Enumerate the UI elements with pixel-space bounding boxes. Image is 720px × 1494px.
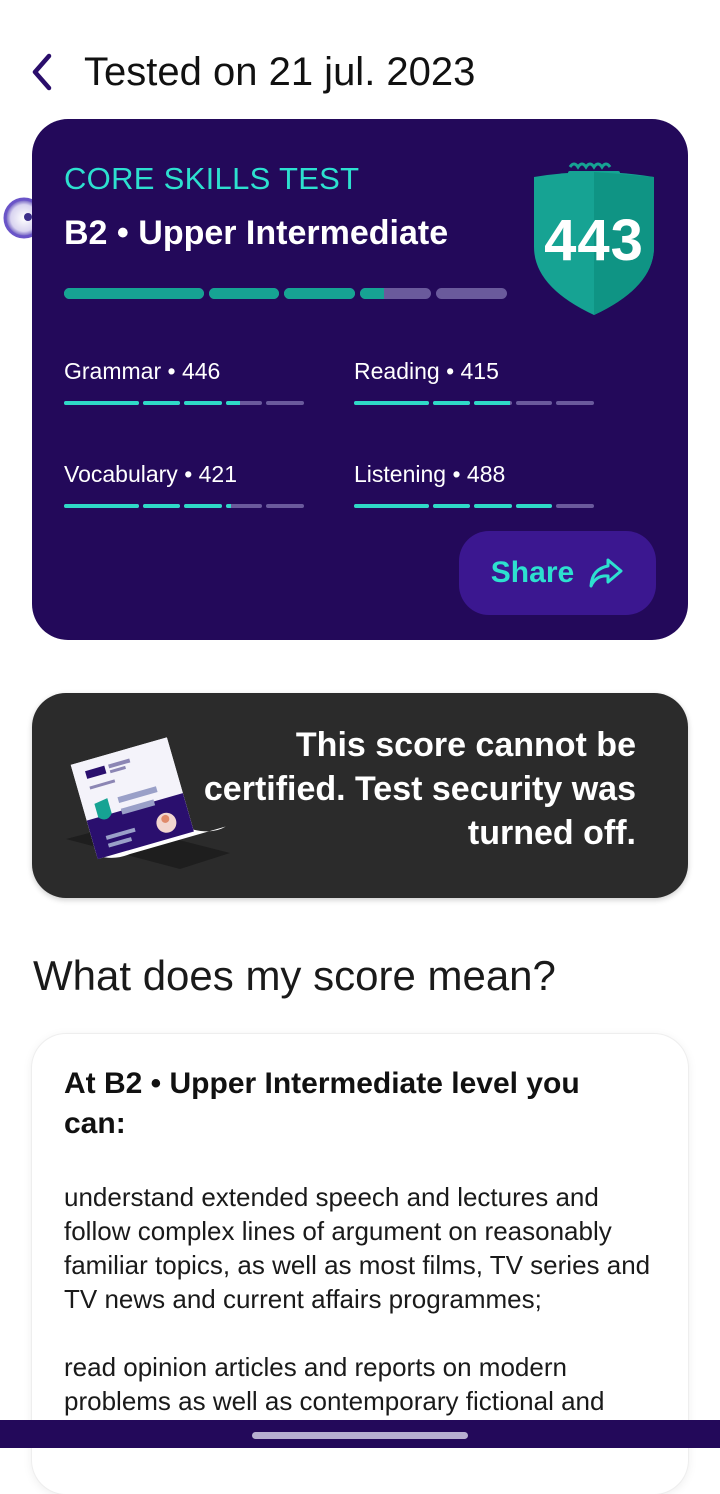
skill-progress-bar [354,504,594,508]
certification-notice: This score cannot be certified. Test sec… [32,693,688,898]
progress-segment [143,504,180,508]
skill-label: Vocabulary • 421 [64,461,238,487]
progress-segment [433,504,470,508]
progress-segment [474,401,512,405]
progress-fill [354,504,430,508]
progress-segment [360,288,431,299]
section-title: What does my score mean? [33,952,556,999]
test-type-label: CORE SKILLS TEST [64,161,360,196]
progress-segment [209,288,279,299]
page-title: Tested on 21 jul. 2023 [84,50,476,94]
progress-fill [515,504,553,508]
skill-reading: Reading • 415 [354,358,594,405]
progress-segment [515,401,553,405]
progress-fill [225,504,231,508]
level-description-paragraph: read opinion articles and reports on mod… [64,1352,605,1416]
home-indicator[interactable] [252,1432,468,1439]
progress-segment [225,504,263,508]
progress-segment [515,504,553,508]
progress-segment [184,504,222,508]
progress-segment [436,288,507,299]
progress-segment [284,288,355,299]
skill-label: Reading • 415 [354,358,499,384]
skill-progress-bar [64,401,304,405]
skill-label: Grammar • 446 [64,358,221,384]
progress-fill [209,288,279,299]
progress-fill [433,504,470,508]
progress-fill [64,504,140,508]
progress-segment [474,504,512,508]
progress-fill [225,401,240,405]
progress-segment [64,401,140,405]
progress-segment [354,504,430,508]
progress-fill [474,401,511,405]
level-description-heading: At B2 • Upper Intermediate level you can… [64,1067,580,1140]
skill-progress-bar [64,504,304,508]
progress-segment [64,288,204,299]
progress-segment [143,401,180,405]
skill-listening: Listening • 488 [354,461,594,508]
progress-segment [354,401,430,405]
progress-segment [556,504,594,508]
progress-segment [266,401,304,405]
progress-segment [266,504,304,508]
back-button[interactable] [22,48,62,96]
progress-fill [64,401,140,405]
notice-text: This score cannot be certified. Test sec… [203,726,636,852]
share-label: Share [490,556,575,589]
skill-grammar: Grammar • 446 [64,358,304,405]
progress-fill [184,504,222,508]
level-description-paragraph: understand extended speech and lectures … [64,1182,651,1314]
progress-segment [184,401,222,405]
progress-fill [360,288,384,299]
overall-score: 443 [544,208,644,273]
progress-fill [433,401,470,405]
progress-fill [474,504,512,508]
share-button[interactable]: Share [459,531,656,615]
overall-progress-bar [64,288,507,299]
progress-fill [64,288,204,299]
skill-progress-bar [354,401,594,405]
progress-segment [556,401,594,405]
score-card: CORE SKILLS TEST B2 • Upper Intermediate… [32,119,688,640]
progress-fill [284,288,355,299]
skill-label: Listening • 488 [354,461,506,487]
skill-vocabulary: Vocabulary • 421 [64,461,304,508]
level-title: B2 • Upper Intermediate [64,214,449,252]
progress-segment [64,504,140,508]
progress-segment [433,401,470,405]
progress-fill [143,401,180,405]
progress-fill [184,401,222,405]
top-bar: Tested on 21 jul. 2023 [0,0,720,120]
progress-segment [225,401,263,405]
chevron-left-icon [32,53,52,91]
progress-fill [354,401,430,405]
progress-fill [143,504,180,508]
share-arrow-icon [589,558,623,588]
